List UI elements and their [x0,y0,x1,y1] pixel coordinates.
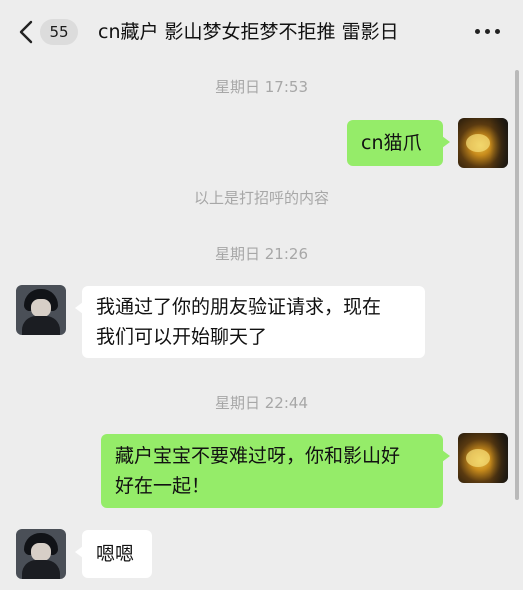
contact-avatar[interactable] [16,529,66,579]
timestamp: 星期日 21:26 [215,245,308,263]
outgoing-message[interactable]: 藏户宝宝不要难过呀，你和影山好 好在一起！ [101,434,450,508]
my-avatar[interactable] [458,118,508,168]
outgoing-message[interactable]: cn猫爪 [347,120,450,166]
chat-header: 55 cn藏户 影山梦女拒梦不拒推 雷影日 [0,0,523,64]
contact-avatar[interactable] [16,285,66,335]
incoming-message[interactable]: 嗯嗯 [75,530,152,578]
chevron-left-icon[interactable] [18,19,34,45]
message-text: cn猫爪 [361,132,422,154]
timestamp: 星期日 17:53 [215,78,308,96]
timestamp: 星期日 22:44 [215,394,308,412]
incoming-message[interactable]: 我通过了你的朋友验证请求，现在 我们可以开始聊天了 [75,286,425,358]
greeting-system-note: 以上是打招呼的内容 [193,189,329,207]
message-line: 我通过了你的朋友验证请求，现在 [96,296,382,318]
my-avatar[interactable] [458,433,508,483]
unread-count-badge[interactable]: 55 [40,19,78,45]
more-dots-icon[interactable] [475,29,501,35]
message-line: 藏户宝宝不要难过呀，你和影山好 [115,445,401,467]
message-line: 我们可以开始聊天了 [96,326,268,348]
message-text: 嗯嗯 [96,543,135,565]
message-line: 好在一起！ [115,475,211,497]
chat-title: cn藏户 影山梦女拒梦不拒推 雷影日 [98,21,399,43]
scrollbar[interactable] [515,70,519,500]
